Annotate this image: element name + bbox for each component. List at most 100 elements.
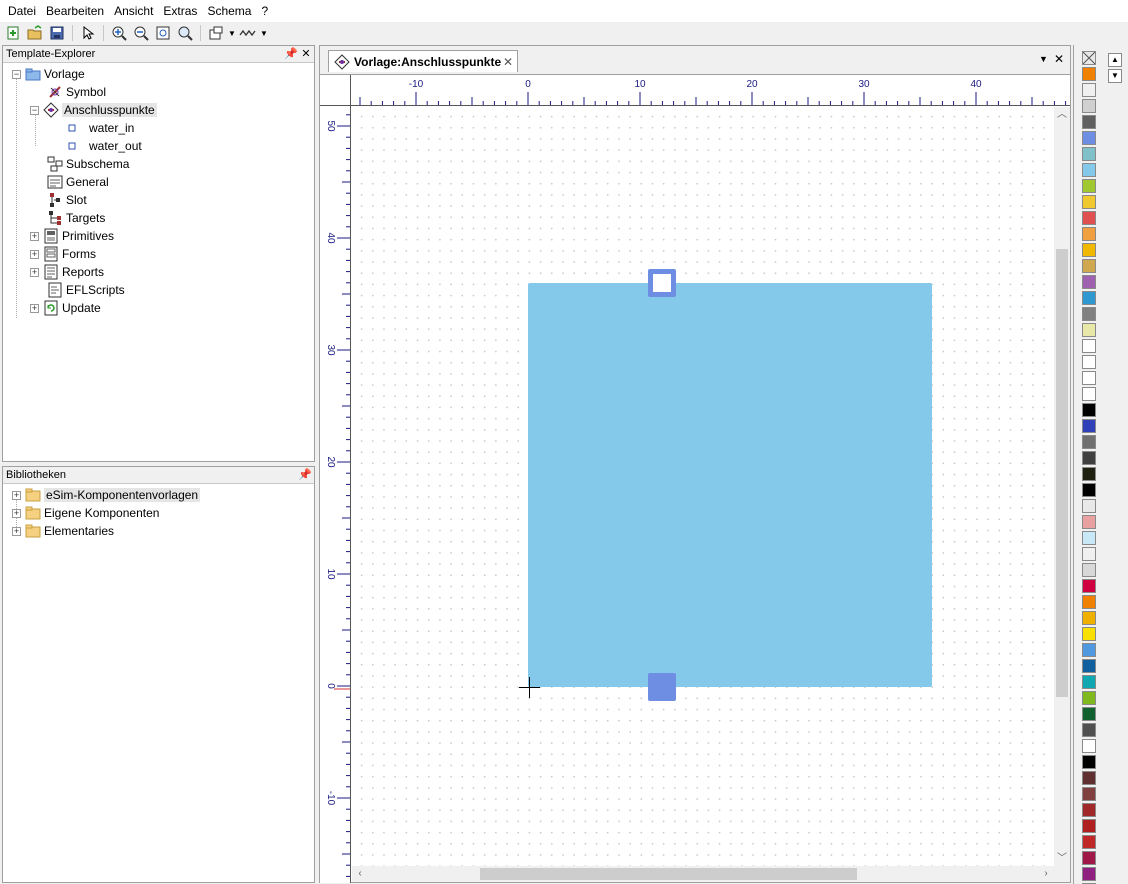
- color-swatch[interactable]: [1082, 755, 1096, 769]
- zoom-in-icon[interactable]: [108, 22, 130, 44]
- port-water-out[interactable]: [648, 673, 676, 701]
- color-swatch[interactable]: [1082, 211, 1096, 225]
- menu-bearbeiten[interactable]: Bearbeiten: [41, 0, 109, 22]
- color-swatch[interactable]: [1082, 739, 1096, 753]
- line-icon[interactable]: [237, 22, 259, 44]
- horizontal-scrollbar[interactable]: ‹ ›: [352, 866, 1054, 882]
- tree-node-subschema[interactable]: Subschema: [47, 155, 129, 173]
- port-water-in[interactable]: [648, 269, 676, 297]
- color-swatch[interactable]: [1082, 819, 1096, 833]
- document-tab[interactable]: Vorlage:Anschlusspunkte ✕: [328, 50, 518, 72]
- color-swatch[interactable]: [1082, 323, 1096, 337]
- pin-icon[interactable]: 📌: [298, 467, 312, 484]
- scroll-down-icon[interactable]: ﹀: [1054, 851, 1070, 867]
- color-swatch[interactable]: [1082, 595, 1096, 609]
- tree-node-esim-templates[interactable]: + eSim-Komponentenvorlagen: [12, 486, 201, 504]
- color-swatch[interactable]: [1082, 627, 1096, 641]
- vertical-scrollbar[interactable]: ︿ ﹀: [1054, 107, 1070, 867]
- color-swatch[interactable]: [1082, 355, 1096, 369]
- color-swatch[interactable]: [1082, 227, 1096, 241]
- close-icon[interactable]: ✕: [299, 46, 313, 63]
- tree-node-primitives[interactable]: + Primitives: [30, 227, 114, 245]
- expand-icon[interactable]: +: [30, 267, 39, 277]
- chevron-down-icon[interactable]: ▼: [227, 22, 237, 44]
- save-icon[interactable]: [46, 22, 68, 44]
- color-swatch[interactable]: [1082, 675, 1096, 689]
- tree-node-update[interactable]: + Update: [30, 299, 101, 317]
- palette-scroll-up-icon[interactable]: ▲: [1108, 53, 1122, 67]
- menu-datei[interactable]: Datei: [3, 0, 41, 22]
- color-swatch[interactable]: [1082, 531, 1096, 545]
- pointer-icon[interactable]: [77, 22, 99, 44]
- expand-icon[interactable]: +: [12, 526, 21, 536]
- scroll-right-icon[interactable]: ›: [1038, 866, 1054, 882]
- color-swatch[interactable]: [1082, 483, 1096, 497]
- expand-icon[interactable]: +: [30, 303, 39, 313]
- expand-icon[interactable]: +: [30, 231, 39, 241]
- expand-icon[interactable]: +: [30, 249, 39, 259]
- tree-node-anschlusspunkte[interactable]: − Anschlusspunkte: [30, 101, 157, 119]
- tree-node-symbol[interactable]: Symbol: [47, 83, 106, 101]
- zoom-fit-icon[interactable]: [152, 22, 174, 44]
- tree-node-targets[interactable]: Targets: [47, 209, 105, 227]
- color-swatch[interactable]: [1082, 403, 1096, 417]
- tree-node-own-components[interactable]: + Eigene Komponenten: [12, 504, 159, 522]
- template-shape[interactable]: [528, 283, 932, 687]
- close-icon[interactable]: ✕: [1054, 52, 1064, 66]
- window-menu-icon[interactable]: ▼: [1039, 52, 1048, 66]
- color-swatch[interactable]: [1082, 467, 1096, 481]
- color-swatch[interactable]: [1082, 291, 1096, 305]
- color-swatch[interactable]: [1082, 771, 1096, 785]
- color-swatch[interactable]: [1082, 339, 1096, 353]
- color-swatch[interactable]: [1082, 259, 1096, 273]
- color-swatch[interactable]: [1082, 803, 1096, 817]
- color-swatch[interactable]: [1082, 147, 1096, 161]
- color-swatch[interactable]: [1082, 451, 1096, 465]
- scroll-thumb[interactable]: [480, 868, 857, 880]
- color-swatch[interactable]: [1082, 179, 1096, 193]
- palette-scroll-down-icon[interactable]: ▼: [1108, 69, 1122, 83]
- tree-node-reports[interactable]: + Reports: [30, 263, 104, 281]
- tree-node-slot[interactable]: Slot: [47, 191, 87, 209]
- color-swatch[interactable]: [1082, 163, 1096, 177]
- tree-node-forms[interactable]: + Forms: [30, 245, 96, 263]
- tree-node-elementaries[interactable]: + Elementaries: [12, 522, 114, 540]
- scroll-left-icon[interactable]: ‹: [352, 866, 368, 882]
- tree-node-water-in[interactable]: water_in: [67, 119, 134, 137]
- color-swatch[interactable]: [1082, 387, 1096, 401]
- color-swatch[interactable]: [1082, 515, 1096, 529]
- color-swatch[interactable]: [1082, 99, 1096, 113]
- color-swatch[interactable]: [1082, 851, 1096, 865]
- menu-extras[interactable]: Extras: [158, 0, 202, 22]
- zoom-window-icon[interactable]: [174, 22, 196, 44]
- new-icon[interactable]: [2, 22, 24, 44]
- color-swatch[interactable]: [1082, 723, 1096, 737]
- color-swatch[interactable]: [1082, 611, 1096, 625]
- color-swatch[interactable]: [1082, 547, 1096, 561]
- open-icon[interactable]: [24, 22, 46, 44]
- close-tab-icon[interactable]: ✕: [503, 55, 513, 69]
- color-swatch[interactable]: [1082, 691, 1096, 705]
- menu-help[interactable]: ?: [256, 0, 273, 22]
- color-swatch[interactable]: [1082, 131, 1096, 145]
- color-swatch[interactable]: [1082, 83, 1096, 97]
- color-swatch[interactable]: [1082, 115, 1096, 129]
- collapse-icon[interactable]: −: [12, 69, 21, 79]
- color-swatch[interactable]: [1082, 643, 1096, 657]
- tree-node-water-out[interactable]: water_out: [67, 137, 142, 155]
- color-swatch[interactable]: [1082, 371, 1096, 385]
- color-swatch[interactable]: [1082, 499, 1096, 513]
- color-swatch[interactable]: [1082, 579, 1096, 593]
- chevron-down-icon[interactable]: ▼: [259, 22, 269, 44]
- pin-icon[interactable]: 📌: [284, 46, 298, 63]
- tree-node-eflscripts[interactable]: EFLScripts: [47, 281, 125, 299]
- tree-node-vorlage[interactable]: − Vorlage: [12, 65, 85, 83]
- tree-node-general[interactable]: General: [47, 173, 109, 191]
- color-swatch[interactable]: [1082, 787, 1096, 801]
- color-swatch[interactable]: [1082, 707, 1096, 721]
- drawing-canvas[interactable]: [352, 107, 1054, 867]
- color-swatch[interactable]: [1082, 835, 1096, 849]
- no-color-swatch[interactable]: [1082, 51, 1096, 65]
- color-swatch[interactable]: [1082, 435, 1096, 449]
- scroll-up-icon[interactable]: ︿: [1054, 107, 1070, 123]
